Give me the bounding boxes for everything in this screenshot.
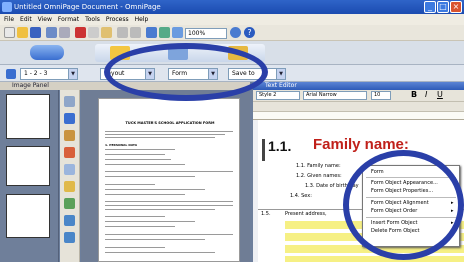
row-label[interactable]: Present address, xyxy=(285,211,327,217)
maximize-button[interactable]: □ xyxy=(437,1,449,13)
chevron-down-icon[interactable]: ▼ xyxy=(68,69,77,79)
field-line[interactable]: 1.2. Given names: xyxy=(296,173,342,179)
size-value: 10 xyxy=(374,92,381,98)
font-select[interactable]: Arial Narrow xyxy=(303,91,367,100)
page-number: 1 xyxy=(44,132,48,139)
window-controls: _ □ × xyxy=(424,1,462,13)
fit-icon[interactable] xyxy=(172,27,183,38)
font-value: Arial Narrow xyxy=(306,92,337,98)
title-bar: Untitled OmniPage Document - OmniPage xyxy=(0,0,464,14)
preview-icon[interactable] xyxy=(59,27,70,38)
page-number: 2 xyxy=(44,180,48,187)
bold-button[interactable]: B xyxy=(411,90,417,99)
menu-format[interactable]: Format xyxy=(58,14,79,25)
menu-tools[interactable]: Tools xyxy=(85,14,100,25)
annotation-ellipse xyxy=(343,150,464,260)
save-icon[interactable] xyxy=(30,27,41,38)
style-select[interactable]: Style 2 xyxy=(256,91,300,100)
annotation-ellipse xyxy=(104,43,268,101)
process-nav-button[interactable] xyxy=(30,45,64,60)
zoom-arrow-icon[interactable] xyxy=(230,27,241,38)
arrow-icon[interactable] xyxy=(6,69,16,79)
paste-icon[interactable] xyxy=(101,27,112,38)
close-button[interactable]: × xyxy=(450,1,462,13)
undo-icon[interactable] xyxy=(117,27,128,38)
new-icon[interactable] xyxy=(4,27,15,38)
zoom-in-icon[interactable] xyxy=(64,215,75,226)
margin-marker xyxy=(262,139,265,161)
row-number: 1.5. xyxy=(261,211,271,217)
scanned-page: TUCK MASTER'S SCHOOL APPLICATION FORM 1.… xyxy=(98,98,240,262)
underline-button[interactable]: U xyxy=(437,90,443,99)
zoom-value: 100% xyxy=(188,30,206,37)
app-icon xyxy=(2,2,12,12)
draw-tool-icon[interactable] xyxy=(64,130,75,141)
heading-number: 1.1. xyxy=(268,138,292,154)
zoom-select[interactable]: 100% xyxy=(185,28,227,39)
graphic-zone-icon[interactable] xyxy=(64,181,75,192)
menu-file[interactable]: File xyxy=(4,14,14,25)
document-title: TUCK MASTER'S SCHOOL APPLICATION FORM xyxy=(125,121,215,125)
section-heading: 1. PERSONAL DATA xyxy=(105,143,138,147)
form-field[interactable] xyxy=(285,256,464,262)
image-panel-title: Image Panel xyxy=(12,82,49,89)
text-editor-header: Text Editor xyxy=(253,82,464,90)
zoom-out-icon[interactable] xyxy=(64,232,75,243)
menu-help[interactable]: Help xyxy=(135,14,149,25)
select-tool-icon[interactable] xyxy=(64,96,75,107)
copy-icon[interactable] xyxy=(88,27,99,38)
chevron-down-icon[interactable]: ▼ xyxy=(276,69,285,79)
text-zone-icon[interactable] xyxy=(64,164,75,175)
menu-bar: File Edit View Format Tools Process Help xyxy=(0,14,464,25)
format-toolbar: Style 2 Arial Narrow 10 B I U xyxy=(253,90,464,102)
menu-process[interactable]: Process xyxy=(106,14,129,25)
menu-edit[interactable]: Edit xyxy=(20,14,32,25)
window-title: Untitled OmniPage Document - OmniPage xyxy=(14,3,161,11)
rotate-icon[interactable] xyxy=(64,198,75,209)
text-editor-title: Text Editor xyxy=(265,82,297,89)
italic-button[interactable]: I xyxy=(425,90,427,99)
menu-view[interactable]: View xyxy=(38,14,52,25)
help-icon[interactable]: ? xyxy=(244,27,255,38)
page-number: 3 xyxy=(44,231,48,238)
print-icon[interactable] xyxy=(46,27,57,38)
style-value: Style 2 xyxy=(259,92,277,98)
ruler xyxy=(253,112,464,120)
table-tool-icon[interactable] xyxy=(64,147,75,158)
paragraph-toolbar xyxy=(253,102,464,112)
field-line[interactable]: 1.1. Family name: xyxy=(296,163,341,169)
zone-tool-icon[interactable] xyxy=(64,113,75,124)
redo-icon[interactable] xyxy=(130,27,141,38)
page-range-select[interactable]: 1 - 2 - 3 ▼ xyxy=(20,68,78,80)
minimize-button[interactable]: _ xyxy=(424,1,436,13)
layout-icon[interactable] xyxy=(159,27,170,38)
cut-icon[interactable] xyxy=(75,27,86,38)
size-select[interactable]: 10 xyxy=(371,91,391,100)
view-icon[interactable] xyxy=(146,27,157,38)
field-line[interactable]: 1.4. Sex: xyxy=(290,193,312,199)
open-icon[interactable] xyxy=(17,27,28,38)
page-range-value: 1 - 2 - 3 xyxy=(24,70,48,77)
